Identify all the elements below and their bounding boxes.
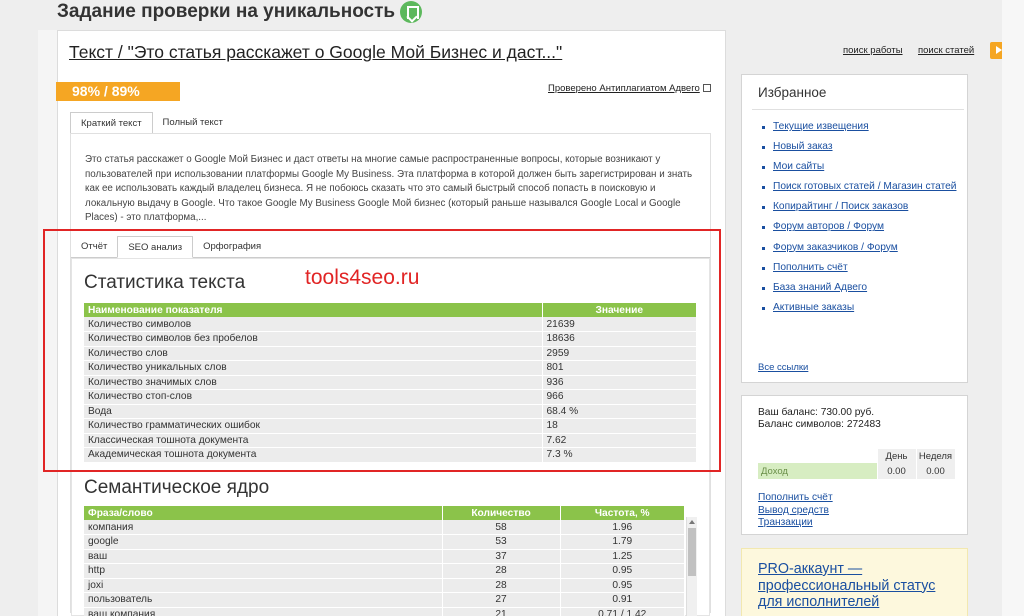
fav-link[interactable]: База знаний Адвего	[773, 282, 867, 293]
semantic-table: Фраза/слово Количество Частота, % компан…	[84, 506, 685, 616]
tab-short-text[interactable]: Краткий текст	[70, 112, 153, 134]
preview-text: Это статья расскажет о Google Мой Бизнес…	[85, 154, 693, 223]
frequency: 0.91	[560, 592, 685, 608]
frequency: 1.25	[560, 549, 685, 564]
list-item: Пополнить счёт	[762, 262, 962, 275]
income-label: Доход	[758, 463, 878, 479]
fav-link[interactable]: Копирайтинг / Поиск заказов	[773, 201, 908, 212]
table-row: ваш компания 21 0.71 / 1.42	[84, 607, 685, 616]
table-row: joxi 28 0.95	[84, 578, 685, 593]
col-day: День	[877, 449, 917, 463]
list-item: Активные заказы	[762, 302, 962, 315]
bookmark-icon[interactable]	[400, 1, 423, 23]
fav-link[interactable]: Поиск готовых статей / Магазин статей	[773, 181, 956, 192]
favorites-title: Избранное	[758, 85, 827, 100]
withdraw-link[interactable]: Вывод средств	[758, 505, 833, 518]
article-search-link[interactable]: поиск статей	[918, 45, 974, 56]
frequency: 1.96	[560, 520, 685, 535]
list-item: Мои сайты	[762, 161, 962, 174]
fav-link[interactable]: Пополнить счёт	[773, 262, 848, 273]
page-title: Задание проверки на уникальность	[57, 1, 423, 23]
table-row: ваш 37 1.25	[84, 549, 685, 564]
favorites-divider	[752, 109, 964, 110]
table-row: пользователь 27 0.91	[84, 592, 685, 608]
phrase: http	[84, 563, 443, 579]
semantic-header-row: Фраза/слово Количество Частота, %	[84, 506, 685, 520]
fav-link[interactable]: Текущие извещения	[773, 121, 869, 132]
phrase: google	[84, 534, 443, 550]
income-header-blank	[758, 449, 878, 463]
external-link-icon	[702, 84, 711, 92]
frequency: 0.95	[560, 578, 685, 593]
list-item: Текущие извещения	[762, 121, 962, 134]
fav-link[interactable]: Новый заказ	[773, 141, 833, 152]
balance-links: Пополнить счёт Вывод средств Транзакции	[758, 492, 833, 530]
table-row: google 53 1.79	[84, 534, 685, 550]
fav-link[interactable]: Форум заказчиков / Форум	[773, 242, 898, 253]
antiplagiat-link[interactable]: Проверено Антиплагиатом Адвего	[548, 83, 711, 94]
pro-account-link[interactable]: PRO-аккаунт — профессиональный статус дл…	[758, 561, 963, 611]
phrase: пользователь	[84, 592, 443, 608]
fav-link[interactable]: Активные заказы	[773, 302, 854, 313]
table-row: http 28 0.95	[84, 563, 685, 579]
frequency: 1.79	[560, 534, 685, 550]
count: 58	[442, 520, 561, 535]
antiplagiat-link-label: Проверено Антиплагиатом Адвего	[548, 83, 700, 94]
semantic-heading: Семантическое ядро	[84, 477, 270, 498]
count: 27	[442, 592, 561, 608]
semantic-scrollbar[interactable]	[686, 517, 697, 616]
frequency: 0.71 / 1.42	[560, 607, 685, 616]
frequency: 0.95	[560, 563, 685, 579]
income-day-value: 0.00	[877, 463, 917, 479]
income-table: День Неделя Доход 0.00 0.00	[758, 449, 956, 479]
symbols-balance-line: Баланс символов: 272483	[758, 419, 881, 430]
fav-link[interactable]: Форум авторов / Форум	[773, 221, 884, 232]
highlight-frame	[43, 229, 721, 472]
count: 37	[442, 549, 561, 564]
income-week-value: 0.00	[916, 463, 956, 479]
phrase: joxi	[84, 578, 443, 593]
semantic-col-count: Количество	[442, 506, 561, 520]
phrase: компания	[84, 520, 443, 535]
scroll-thumb[interactable]	[688, 528, 696, 576]
page-title-text: Задание проверки на уникальность	[57, 1, 396, 22]
count: 28	[442, 563, 561, 579]
count: 28	[442, 578, 561, 593]
list-item: Поиск готовых статей / Магазин статей	[762, 181, 962, 194]
count: 21	[442, 607, 561, 616]
phrase: ваш компания	[84, 607, 443, 616]
list-item: Новый заказ	[762, 141, 962, 154]
all-links-link[interactable]: Все ссылки	[758, 362, 808, 373]
right-scroll-area	[1002, 0, 1024, 616]
col-week: Неделя	[916, 449, 956, 463]
scroll-up-arrow-icon[interactable]	[689, 520, 695, 524]
table-row: компания 58 1.96	[84, 520, 685, 535]
semantic-col-phrase: Фраза/слово	[84, 506, 443, 520]
list-item: База знаний Адвего	[762, 282, 962, 295]
count: 53	[442, 534, 561, 550]
list-item: Копирайтинг / Поиск заказов	[762, 201, 962, 214]
job-search-link[interactable]: поиск работы	[843, 45, 903, 56]
phrase: ваш	[84, 549, 443, 564]
text-tabs: Краткий текст Полный текст	[70, 112, 233, 134]
table-row: Доход 0.00 0.00	[758, 463, 956, 479]
transactions-link[interactable]: Транзакции	[758, 517, 833, 530]
balance-line: Ваш баланс: 730.00 руб.	[758, 407, 875, 418]
list-item: Форум авторов / Форум	[762, 221, 962, 234]
top-up-link[interactable]: Пополнить счёт	[758, 492, 833, 505]
tab-full-text[interactable]: Полный текст	[153, 112, 233, 134]
list-item: Форум заказчиков / Форум	[762, 242, 962, 255]
uniqueness-badge: 98% / 89%	[56, 82, 180, 101]
semantic-col-frequency: Частота, %	[560, 506, 685, 520]
fav-link[interactable]: Мои сайты	[773, 161, 824, 172]
favorites-list: Текущие извещения Новый заказ Мои сайты …	[762, 121, 962, 322]
income-header-row: День Неделя	[758, 449, 956, 463]
article-title-link[interactable]: Текст / "Это статья расскажет о Google М…	[69, 42, 562, 63]
